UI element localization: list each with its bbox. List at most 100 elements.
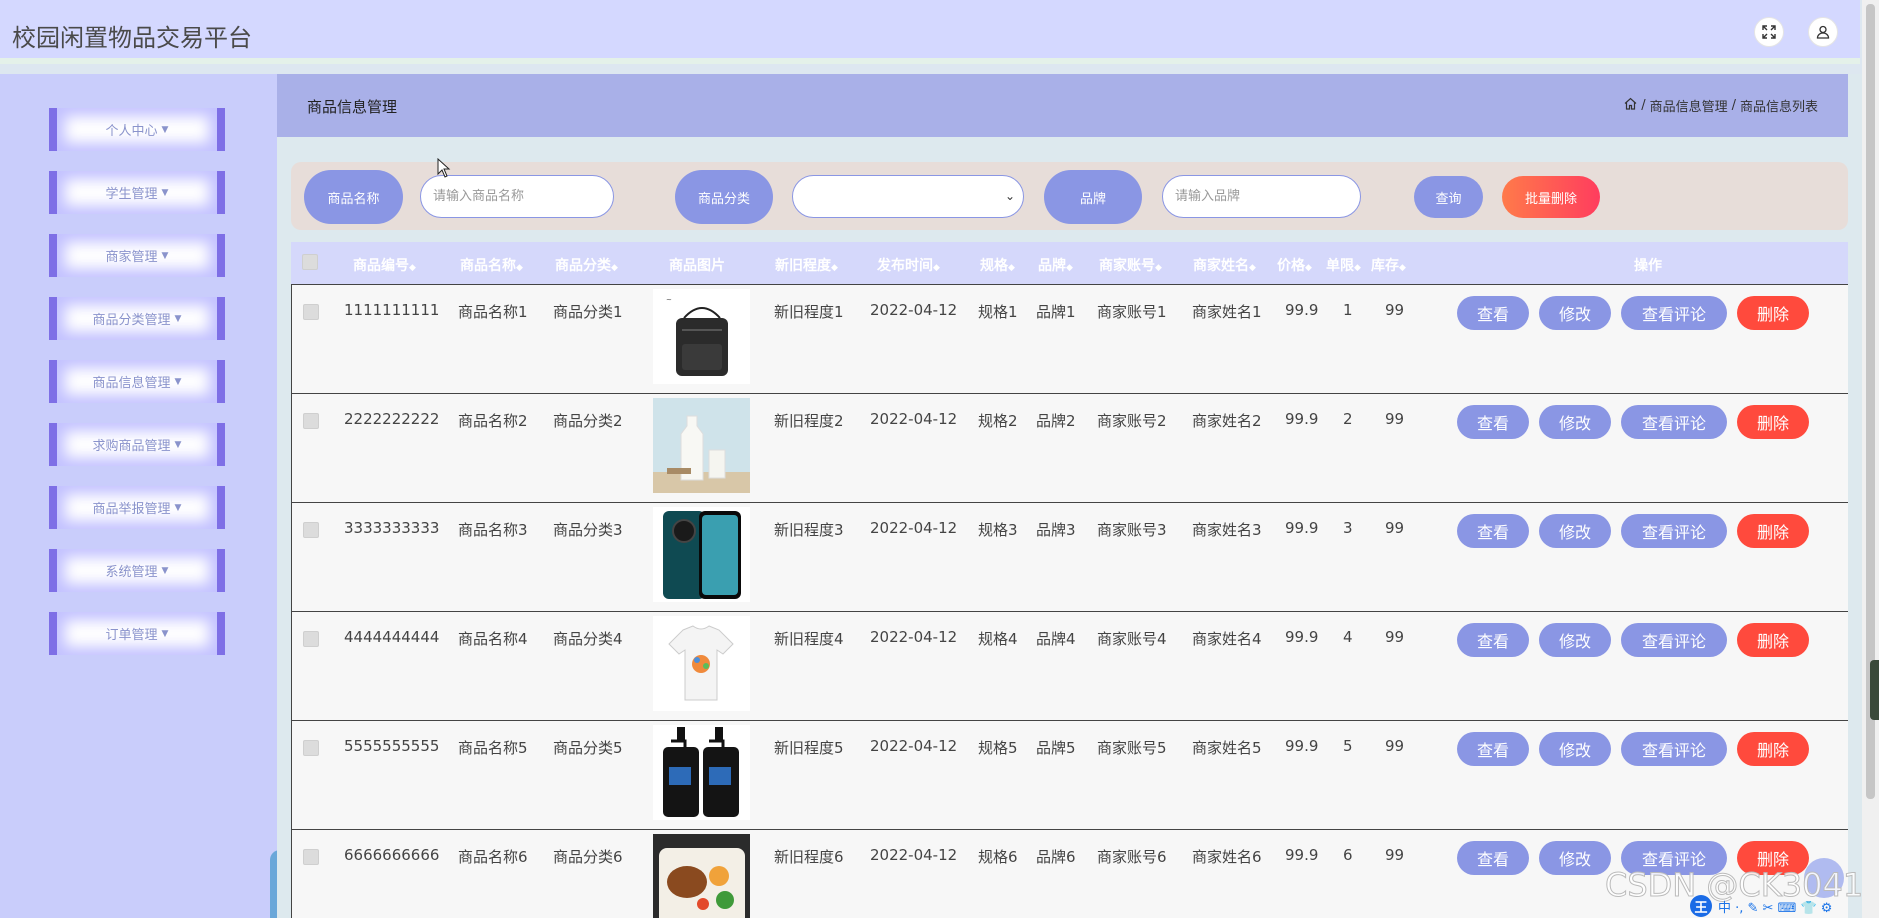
edit-button[interactable]: 修改: [1539, 514, 1611, 548]
sidebar-item-product-info[interactable]: 商品信息管理 ▼: [49, 360, 225, 403]
sidebar-item-orders[interactable]: 订单管理 ▼: [49, 612, 225, 655]
sidebar-item-merchants[interactable]: 商家管理 ▼: [49, 234, 225, 277]
column-header-merchant-name[interactable]: 商家姓名◆: [1193, 255, 1256, 275]
cell-category: 商品分类5: [553, 739, 623, 757]
sort-icon[interactable]: ◆: [1399, 263, 1406, 273]
delete-button[interactable]: 删除: [1737, 296, 1809, 330]
delete-button[interactable]: 删除: [1737, 405, 1809, 439]
column-header-merchant-account[interactable]: 商家账号◆: [1099, 255, 1162, 275]
query-button[interactable]: 查询: [1414, 176, 1483, 218]
cell-merchant-account: 商家账号5: [1097, 739, 1167, 757]
chevron-down-icon: ⌄: [1004, 189, 1015, 203]
edit-button[interactable]: 修改: [1539, 732, 1611, 766]
cell-spec: 规格5: [978, 739, 1018, 757]
view-button[interactable]: 查看: [1457, 623, 1529, 657]
home-icon[interactable]: [1624, 97, 1637, 114]
sort-icon[interactable]: ◆: [1305, 263, 1312, 273]
sort-icon[interactable]: ◆: [1354, 263, 1361, 273]
column-header-price[interactable]: 价格◆: [1277, 255, 1312, 275]
brand-input[interactable]: [1162, 175, 1361, 218]
cell-limit: 1: [1343, 301, 1353, 319]
view-comments-button[interactable]: 查看评论: [1621, 296, 1727, 330]
column-header-condition[interactable]: 新旧程度◆: [775, 255, 838, 275]
edit-button[interactable]: 修改: [1539, 405, 1611, 439]
view-button[interactable]: 查看: [1457, 841, 1529, 875]
user-icon[interactable]: [1808, 17, 1838, 47]
row-checkbox[interactable]: [303, 631, 319, 647]
sidebar-item-students[interactable]: 学生管理 ▼: [49, 171, 225, 214]
cell-limit: 2: [1343, 410, 1353, 428]
view-button[interactable]: 查看: [1457, 732, 1529, 766]
product-category-label: 商品分类: [675, 170, 773, 224]
product-image-food[interactable]: [653, 834, 750, 918]
sidebar-item-system[interactable]: 系统管理 ▼: [49, 549, 225, 592]
column-header-category[interactable]: 商品分类◆: [555, 255, 618, 275]
row-checkbox[interactable]: [303, 304, 319, 320]
delete-button[interactable]: 删除: [1737, 623, 1809, 657]
sidebar: 个人中心 ▼ 学生管理 ▼ 商家管理 ▼ 商品分类管理 ▼ 商品信息管理 ▼ 求购商品管理…: [0, 74, 277, 918]
column-header-spec[interactable]: 规格◆: [980, 255, 1015, 275]
row-checkbox[interactable]: [303, 413, 319, 429]
product-image-lotion[interactable]: [653, 725, 750, 820]
cell-condition: 新旧程度5: [774, 739, 844, 757]
cell-merchant-account: 商家账号4: [1097, 630, 1167, 648]
view-comments-button[interactable]: 查看评论: [1621, 732, 1727, 766]
sort-icon[interactable]: ◆: [1155, 263, 1162, 273]
delete-button[interactable]: 删除: [1737, 732, 1809, 766]
product-image-phone[interactable]: [653, 507, 750, 602]
breadcrumb-item[interactable]: 商品信息管理: [1650, 96, 1728, 115]
product-image-tshirt[interactable]: [653, 616, 750, 711]
batch-delete-button[interactable]: 批量删除: [1502, 176, 1600, 218]
column-header-stock[interactable]: 库存◆: [1371, 255, 1406, 275]
side-panel-handle[interactable]: [1870, 660, 1879, 720]
row-checkbox[interactable]: [303, 740, 319, 756]
sort-icon[interactable]: ◆: [1066, 263, 1073, 273]
sidebar-item-wanted-products[interactable]: 求购商品管理 ▼: [49, 423, 225, 466]
cell-category: 商品分类1: [553, 303, 623, 321]
product-image-bag[interactable]: ~: [653, 289, 750, 384]
cell-brand: 品牌3: [1036, 521, 1076, 539]
sidebar-item-personal-center[interactable]: 个人中心 ▼: [49, 108, 225, 151]
column-header-name[interactable]: 商品名称◆: [460, 255, 523, 275]
view-button[interactable]: 查看: [1457, 296, 1529, 330]
view-button[interactable]: 查看: [1457, 405, 1529, 439]
product-category-select[interactable]: ⌄: [792, 175, 1024, 218]
cell-category: 商品分类6: [553, 848, 623, 866]
cell-limit: 6: [1343, 846, 1353, 864]
vertical-scrollbar[interactable]: [1862, 0, 1879, 918]
app-title: 校园闲置物品交易平台: [12, 24, 252, 52]
view-button[interactable]: 查看: [1457, 514, 1529, 548]
cell-spec: 规格3: [978, 521, 1018, 539]
edit-button[interactable]: 修改: [1539, 841, 1611, 875]
sort-icon[interactable]: ◆: [409, 263, 416, 273]
view-comments-button[interactable]: 查看评论: [1621, 405, 1727, 439]
select-all-checkbox[interactable]: [302, 254, 318, 270]
column-header-id[interactable]: 商品编号◆: [353, 255, 416, 275]
cell-condition: 新旧程度6: [774, 848, 844, 866]
sort-icon[interactable]: ◆: [1008, 263, 1015, 273]
edit-button[interactable]: 修改: [1539, 623, 1611, 657]
ime-toolbar[interactable]: 王 中 ·, ✎ ✂ ⌨ 👕 ⚙: [1690, 895, 1832, 917]
view-comments-button[interactable]: 查看评论: [1621, 623, 1727, 657]
delete-button[interactable]: 删除: [1737, 514, 1809, 548]
column-header-brand[interactable]: 品牌◆: [1038, 255, 1073, 275]
product-image-milk[interactable]: [653, 398, 750, 493]
row-checkbox[interactable]: [303, 522, 319, 538]
sort-icon[interactable]: ◆: [516, 263, 523, 273]
sort-icon[interactable]: ◆: [1249, 263, 1256, 273]
ime-logo-icon[interactable]: 王: [1690, 895, 1712, 917]
fullscreen-icon[interactable]: [1754, 17, 1784, 47]
sort-icon[interactable]: ◆: [831, 263, 838, 273]
cell-merchant-name: 商家姓名4: [1192, 630, 1262, 648]
column-header-limit[interactable]: 单限◆: [1326, 255, 1361, 275]
view-comments-button[interactable]: 查看评论: [1621, 514, 1727, 548]
sidebar-item-product-reports[interactable]: 商品举报管理 ▼: [49, 486, 225, 529]
sidebar-item-product-categories[interactable]: 商品分类管理 ▼: [49, 297, 225, 340]
ime-status[interactable]: 中 ·, ✎ ✂ ⌨ 👕 ⚙: [1718, 897, 1832, 916]
edit-button[interactable]: 修改: [1539, 296, 1611, 330]
cell-id: 1111111111: [344, 301, 440, 319]
column-header-date[interactable]: 发布时间◆: [877, 255, 940, 275]
row-checkbox[interactable]: [303, 849, 319, 865]
sort-icon[interactable]: ◆: [611, 263, 618, 273]
sort-icon[interactable]: ◆: [933, 263, 940, 273]
